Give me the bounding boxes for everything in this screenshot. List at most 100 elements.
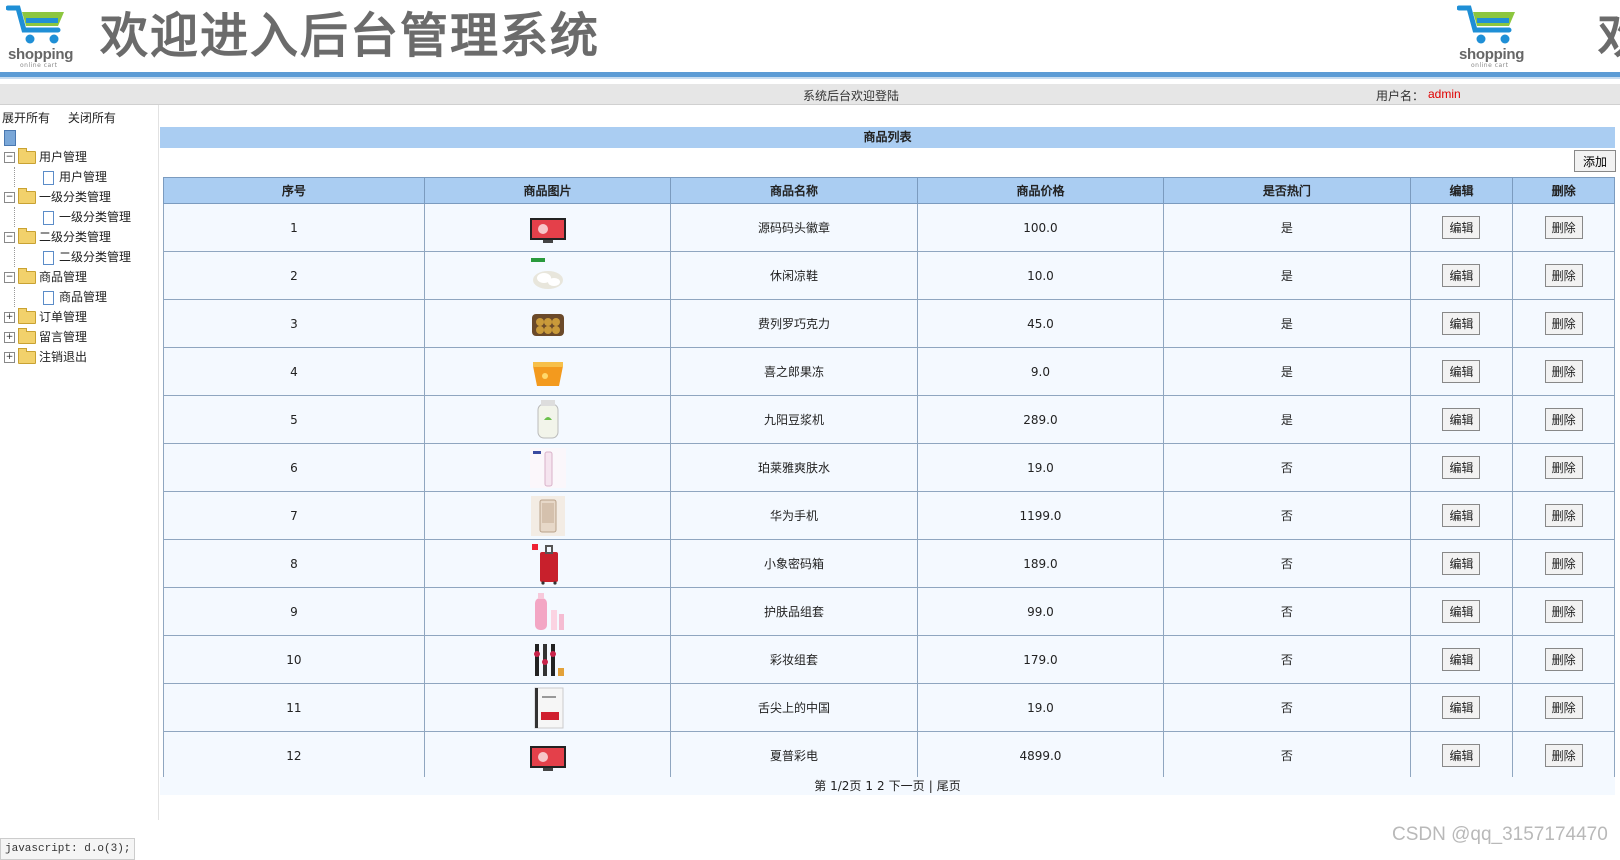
edit-button[interactable]: 编辑 [1442, 648, 1481, 671]
edit-button[interactable]: 编辑 [1442, 360, 1481, 383]
cell-delete: 删除 [1512, 299, 1615, 348]
add-button[interactable]: 添加 [1574, 150, 1616, 172]
cell-image [423, 347, 672, 396]
sidebar-item-product-mgmt[interactable]: − 商品管理 [4, 267, 131, 287]
delete-button[interactable]: 删除 [1544, 552, 1583, 575]
cell-hot: 否 [1163, 683, 1411, 732]
delete-button[interactable]: 删除 [1544, 456, 1583, 479]
col-header-delete: 删除 [1512, 177, 1615, 204]
cell-hot: 是 [1163, 251, 1411, 300]
table-row: 6 珀莱雅爽肤水 19.0 否 编辑 删除 [163, 443, 1615, 492]
delete-button[interactable]: 删除 [1544, 312, 1583, 335]
sidebar-subitem-category2[interactable]: 二级分类管理 [14, 247, 131, 267]
cell-image [423, 731, 672, 780]
product-thumbnail [529, 302, 567, 346]
sidebar-subitem-label: 用户管理 [59, 170, 108, 184]
cell-price: 189.0 [916, 539, 1165, 588]
sidebar-item-user-mgmt[interactable]: − 用户管理 [4, 147, 131, 167]
product-thumbnail [529, 206, 567, 250]
cell-image [423, 203, 672, 252]
delete-button[interactable]: 删除 [1544, 408, 1583, 431]
table-row: 4 喜之郎果冻 9.0 是 编辑 删除 [163, 347, 1615, 396]
cell-no: 8 [163, 539, 425, 588]
cell-hot: 是 [1163, 347, 1411, 396]
delete-button[interactable]: 删除 [1544, 600, 1583, 623]
sidebar-item-message-mgmt[interactable]: + 留言管理 [4, 327, 131, 347]
cell-no: 2 [163, 251, 425, 300]
sidebar-item-category2[interactable]: − 二级分类管理 [4, 227, 131, 247]
cell-hot: 否 [1163, 731, 1411, 780]
username-label: 用户名： [1376, 89, 1425, 103]
table-row: 11 舌尖上的中国 19.0 否 编辑 删除 [163, 683, 1615, 732]
expand-all-link[interactable]: 展开所有 [2, 111, 50, 125]
table-body: 1 源码码头徽章 100.0 是编辑 删除 2 休闲凉鞋 10.0 是编辑 删除 3 费列罗巧克力 45… [163, 203, 1615, 780]
cell-delete: 删除 [1512, 395, 1615, 444]
expand-icon[interactable]: + [4, 352, 15, 363]
page-link-2[interactable]: 2 [877, 779, 885, 793]
sidebar-subitem-product-mgmt[interactable]: 商品管理 [14, 287, 131, 307]
edit-button[interactable]: 编辑 [1442, 312, 1481, 335]
sidebar-item-label: 注销退出 [39, 350, 88, 364]
cell-edit: 编辑 [1409, 251, 1514, 300]
delete-button[interactable]: 删除 [1544, 744, 1583, 767]
collapse-icon[interactable]: − [4, 272, 15, 283]
delete-button[interactable]: 删除 [1544, 216, 1583, 239]
cell-delete: 删除 [1512, 347, 1615, 396]
cell-delete: 删除 [1512, 683, 1615, 732]
last-page-link[interactable]: 尾页 [937, 779, 961, 793]
product-thumbnail [529, 734, 567, 778]
sidebar-item-label: 一级分类管理 [39, 190, 112, 204]
edit-button[interactable]: 编辑 [1442, 216, 1481, 239]
sidebar-item-category1[interactable]: − 一级分类管理 [4, 187, 131, 207]
expand-icon[interactable]: + [4, 312, 15, 323]
cell-edit: 编辑 [1409, 731, 1514, 780]
edit-button[interactable]: 编辑 [1442, 408, 1481, 431]
collapse-all-link[interactable]: 关闭所有 [68, 111, 116, 125]
cell-name: 小象密码箱 [670, 539, 918, 588]
collapse-icon[interactable]: − [4, 232, 15, 243]
folder-icon [18, 308, 36, 324]
next-page-link[interactable]: 下一页 [889, 779, 925, 793]
collapse-icon[interactable]: − [4, 192, 15, 203]
delete-button[interactable]: 删除 [1544, 264, 1583, 287]
edit-button[interactable]: 编辑 [1442, 696, 1481, 719]
product-thumbnail [529, 686, 567, 730]
delete-button[interactable]: 删除 [1544, 696, 1583, 719]
edit-button[interactable]: 编辑 [1442, 552, 1481, 575]
cell-edit: 编辑 [1409, 539, 1514, 588]
cell-name: 喜之郎果冻 [670, 347, 918, 396]
page-link-1[interactable]: 1 [865, 779, 873, 793]
delete-button[interactable]: 删除 [1544, 648, 1583, 671]
cell-hot: 否 [1163, 539, 1411, 588]
edit-button[interactable]: 编辑 [1442, 264, 1481, 287]
expand-icon[interactable]: + [4, 332, 15, 343]
product-thumbnail [529, 638, 567, 682]
cell-no: 10 [163, 635, 425, 684]
watermark: CSDN @qq_3157174470 [1392, 824, 1608, 845]
edit-button[interactable]: 编辑 [1442, 744, 1481, 767]
cell-price: 19.0 [916, 443, 1165, 492]
sidebar-item-order-mgmt[interactable]: + 订单管理 [4, 307, 131, 327]
delete-button[interactable]: 删除 [1544, 360, 1583, 383]
cell-name: 舌尖上的中国 [670, 683, 918, 732]
sidebar-subitem-category1[interactable]: 一级分类管理 [14, 207, 131, 227]
cell-image [423, 443, 672, 492]
cell-edit: 编辑 [1409, 491, 1514, 540]
edit-button[interactable]: 编辑 [1442, 600, 1481, 623]
table-row: 7 华为手机 1199.0 否 编辑 删除 [163, 491, 1615, 540]
delete-button[interactable]: 删除 [1544, 504, 1583, 527]
edit-button[interactable]: 编辑 [1442, 504, 1481, 527]
edit-button[interactable]: 编辑 [1442, 456, 1481, 479]
sidebar: 展开所有 关闭所有 − 用户管理 用户管理 − 一级分类管理 一级分类管理 − 二级分… [0, 105, 159, 820]
cell-name: 彩妆组套 [670, 635, 918, 684]
sidebar-subitem-user-mgmt[interactable]: 用户管理 [14, 167, 131, 187]
sidebar-item-logout[interactable]: + 注销退出 [4, 347, 131, 367]
col-header-hot: 是否热门 [1163, 177, 1411, 204]
sidebar-subitem-label: 二级分类管理 [59, 250, 132, 264]
product-thumbnail [529, 494, 567, 538]
cell-price: 179.0 [916, 635, 1165, 684]
collapse-icon[interactable]: − [4, 152, 15, 163]
cell-hot: 否 [1163, 491, 1411, 540]
tree-controls: 展开所有 关闭所有 [2, 109, 130, 126]
cell-edit: 编辑 [1409, 587, 1514, 636]
